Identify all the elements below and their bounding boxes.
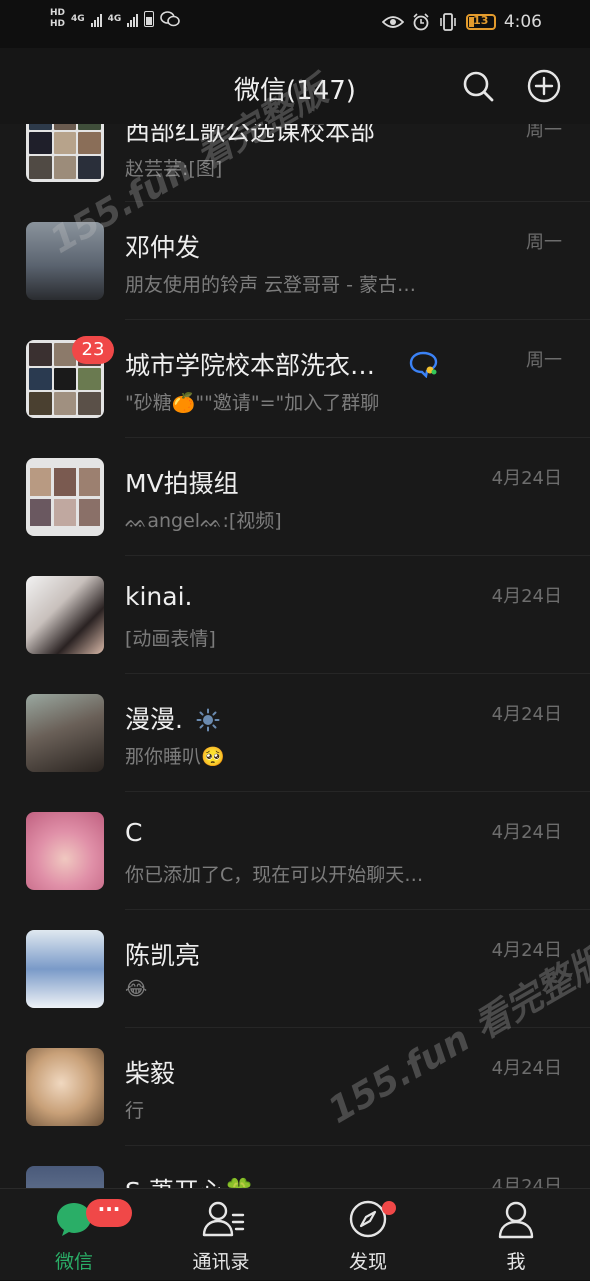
alarm-icon <box>413 13 429 31</box>
eye-icon <box>381 16 404 28</box>
chat-preview: 😂 <box>125 978 148 1000</box>
chat-row[interactable]: C 你已添加了C，现在可以开始聊天… 4月24日 <box>0 792 590 910</box>
contact-avatar <box>26 694 104 772</box>
chat-time: 4月24日 <box>491 822 562 843</box>
chat-row[interactable]: 23 城市学院校本部洗衣… "砂糖🍊""邀请"="加入了群聊 周一 <box>0 320 590 438</box>
signal-icon-2 <box>127 11 139 27</box>
chat-row[interactable]: MV拍摄组 ᨐangelᨐ:[视频] 4月24日 <box>0 438 590 556</box>
chat-time: 周一 <box>526 232 562 253</box>
status-bar: HD HD 4G 4G 13 4:06 <box>0 0 590 48</box>
sim-card-icon <box>144 11 155 27</box>
chat-name: MV拍摄组 <box>125 469 239 498</box>
contact-avatar <box>26 576 104 654</box>
contacts-icon <box>202 1201 245 1237</box>
chat-name: 柴毅 <box>125 1059 176 1088</box>
tab-chats[interactable]: ··· 微信 <box>14 1189 134 1281</box>
tab-label: 通讯录 <box>192 1251 250 1273</box>
chat-preview: 你已添加了C，现在可以开始聊天… <box>125 864 424 886</box>
plus-circle-icon <box>527 69 561 103</box>
vibrate-icon <box>440 13 456 31</box>
chat-name: 漫漫. <box>125 705 183 734</box>
chat-name: kinai. <box>125 582 193 611</box>
group-avatar <box>26 458 104 536</box>
chat-name: S.萧开心🍀 <box>125 1172 255 1188</box>
battery-icon: 13 <box>465 14 496 30</box>
chat-name: 邓仲发 <box>125 233 201 262</box>
group-chat-tag-icon <box>409 351 438 378</box>
contact-avatar <box>26 1166 104 1188</box>
chat-preview: 行 <box>125 1100 145 1122</box>
chat-preview: 朋友使用的铃声 云登哥哥 - 蒙古… <box>125 274 416 296</box>
chat-name: 陈凯亮 <box>125 941 201 970</box>
tab-me[interactable]: 我 <box>456 1189 576 1281</box>
tab-label: 我 <box>506 1251 526 1273</box>
network-4g-label: 4G <box>71 14 85 24</box>
tab-contacts[interactable]: 通讯录 <box>161 1189 281 1281</box>
chat-time: 4月24日 <box>491 1058 562 1079</box>
chat-row[interactable]: 柴毅 行 4月24日 <box>0 1028 590 1146</box>
signal-icon <box>90 11 102 27</box>
sun-status-icon <box>196 708 220 732</box>
chat-preview: ᨐangelᨐ:[视频] <box>125 510 282 532</box>
tab-badge: ··· <box>86 1199 132 1227</box>
tab-discover[interactable]: 发现 <box>308 1189 428 1281</box>
chat-preview: "砂糖🍊""邀请"="加入了群聊 <box>125 392 380 414</box>
search-icon <box>463 71 494 102</box>
chat-time: 4月24日 <box>491 586 562 607</box>
chat-time: 周一 <box>526 124 562 141</box>
tab-dot <box>382 1201 396 1215</box>
add-button[interactable] <box>526 68 562 104</box>
clock-time: 4:06 <box>503 12 542 32</box>
chat-time: 4月24日 <box>491 468 562 489</box>
chat-row[interactable]: 漫漫. 那你睡叭🥺 4月24日 <box>0 674 590 792</box>
group-avatar <box>26 124 104 182</box>
chat-preview: 那你睡叭🥺 <box>125 746 225 768</box>
chat-name: 城市学院校本部洗衣… <box>125 351 376 380</box>
tab-label: 微信 <box>54 1251 93 1273</box>
chat-row[interactable]: kinai. [动画表情] 4月24日 <box>0 556 590 674</box>
bottom-tab-bar: ··· 微信 通讯录 发现 我 <box>0 1188 590 1280</box>
chat-time: 4月24日 <box>491 704 562 725</box>
tab-label: 发现 <box>348 1251 387 1273</box>
chat-name: C <box>125 818 143 847</box>
person-icon <box>498 1201 534 1239</box>
chat-row[interactable]: S.萧开心🍀 4月24日 <box>0 1146 590 1188</box>
wechat-notification-icon <box>160 11 181 27</box>
unread-badge: 23 <box>72 336 114 364</box>
network-4g-label-2: 4G <box>107 14 122 24</box>
hd-indicator: HD HD <box>50 8 66 29</box>
chat-preview: [动画表情] <box>125 628 216 650</box>
contact-avatar <box>26 812 104 890</box>
contact-avatar <box>26 1048 104 1126</box>
chat-time: 4月24日 <box>491 1176 562 1188</box>
search-button[interactable] <box>460 68 496 104</box>
contact-avatar <box>26 930 104 1008</box>
chat-time: 周一 <box>526 350 562 371</box>
